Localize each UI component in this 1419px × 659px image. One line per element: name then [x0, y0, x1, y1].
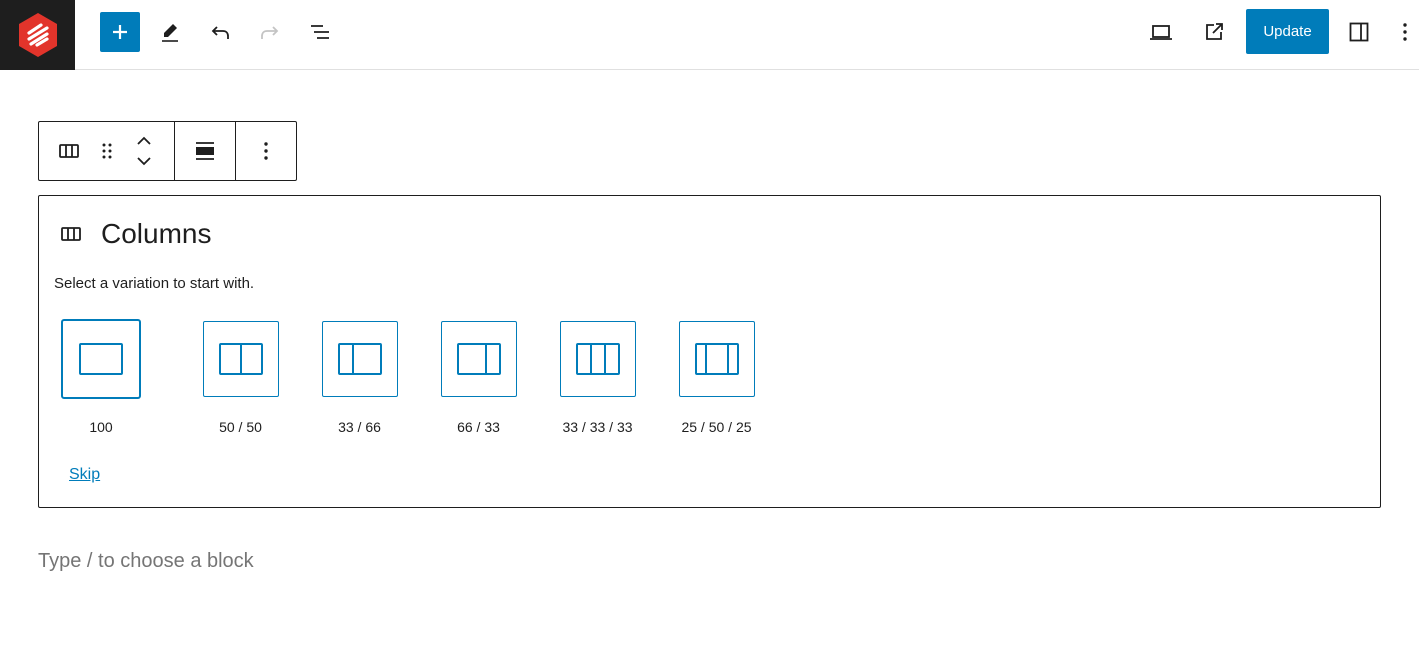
- columns-placeholder: Columns Select a variation to start with…: [38, 195, 1381, 508]
- editor-logo-icon: [18, 13, 57, 57]
- columns-33-66-icon: [337, 343, 382, 375]
- variation-66-33[interactable]: 66 / 33: [419, 321, 538, 435]
- columns-33-33-33-icon: [575, 343, 620, 375]
- variation-66-33-box: [440, 321, 517, 397]
- vertical-ellipsis-icon: [1403, 23, 1407, 41]
- chevron-down-icon: [137, 157, 151, 166]
- variation-25-50-25-box: [678, 321, 755, 397]
- variation-label: 100: [89, 419, 113, 435]
- variation-33-66-box: [321, 321, 398, 397]
- view-post-button[interactable]: [1194, 12, 1234, 52]
- columns-50-50-icon: [218, 343, 263, 375]
- add-block-button[interactable]: [100, 12, 140, 52]
- move-up-button[interactable]: [129, 131, 159, 151]
- columns-66-33-icon: [456, 343, 501, 375]
- block-type-button[interactable]: [39, 122, 99, 180]
- chevron-up-icon: [137, 136, 151, 145]
- laptop-icon: [1150, 25, 1172, 40]
- default-block-appender[interactable]: Type / to choose a block: [38, 550, 254, 573]
- site-logo-button[interactable]: [0, 0, 75, 70]
- move-down-button[interactable]: [129, 151, 159, 171]
- variation-label: 66 / 33: [457, 419, 500, 435]
- undo-button[interactable]: [200, 12, 240, 52]
- columns-25-50-25-icon: [694, 343, 739, 375]
- align-button[interactable]: [185, 131, 225, 171]
- drag-handle[interactable]: [99, 122, 115, 180]
- preview-button[interactable]: [1141, 12, 1181, 52]
- variation-label: 50 / 50: [219, 419, 262, 435]
- pencil-icon: [162, 24, 178, 42]
- variation-33-33-33[interactable]: 33 / 33 / 33: [538, 321, 657, 435]
- update-button[interactable]: Update: [1246, 9, 1329, 54]
- variation-100-box: [61, 319, 141, 399]
- block-movers: [115, 122, 173, 180]
- document-overview-icon: [311, 25, 329, 39]
- variation-picker: 100 50 / 50 33 / 66 66 / 33 33 / 33 / 33…: [61, 319, 776, 435]
- block-toolbar-group-align: [175, 122, 236, 180]
- placeholder-title: Columns: [101, 218, 212, 249]
- columns-icon: [59, 144, 79, 158]
- block-toolbar-group-parent: [39, 122, 175, 180]
- plus-icon: [113, 25, 127, 39]
- undo-icon: [211, 26, 229, 39]
- placeholder-label: Columns: [59, 218, 211, 250]
- block-toolbar: [38, 121, 297, 181]
- align-wide-icon: [196, 142, 214, 160]
- redo-icon: [261, 26, 279, 39]
- block-options-button[interactable]: [246, 131, 286, 171]
- columns-icon: [61, 227, 81, 241]
- redo-button[interactable]: [250, 12, 290, 52]
- vertical-ellipsis-icon: [264, 142, 268, 160]
- variation-50-50[interactable]: 50 / 50: [181, 321, 300, 435]
- skip-link[interactable]: Skip: [69, 466, 100, 484]
- variation-33-33-33-box: [559, 321, 636, 397]
- block-toolbar-group-more: [236, 122, 296, 180]
- drag-handle-icon: [102, 143, 112, 159]
- options-button[interactable]: [1391, 12, 1419, 52]
- tools-button[interactable]: [150, 12, 190, 52]
- settings-button[interactable]: [1339, 12, 1379, 52]
- sidebar-toggle-icon: [1349, 22, 1369, 42]
- columns-100-icon: [79, 343, 123, 375]
- variation-50-50-box: [202, 321, 279, 397]
- update-button-label: Update: [1263, 23, 1312, 40]
- variation-33-66[interactable]: 33 / 66: [300, 321, 419, 435]
- variation-label: 33 / 66: [338, 419, 381, 435]
- placeholder-instructions: Select a variation to start with.: [54, 275, 255, 292]
- list-view-button[interactable]: [300, 12, 340, 52]
- variation-label: 25 / 50 / 25: [681, 419, 752, 435]
- external-link-icon: [1206, 23, 1223, 40]
- variation-100[interactable]: 100: [61, 319, 141, 435]
- variation-label: 33 / 33 / 33: [562, 419, 633, 435]
- editor-header: Update: [0, 0, 1419, 70]
- variation-25-50-25[interactable]: 25 / 50 / 25: [657, 321, 776, 435]
